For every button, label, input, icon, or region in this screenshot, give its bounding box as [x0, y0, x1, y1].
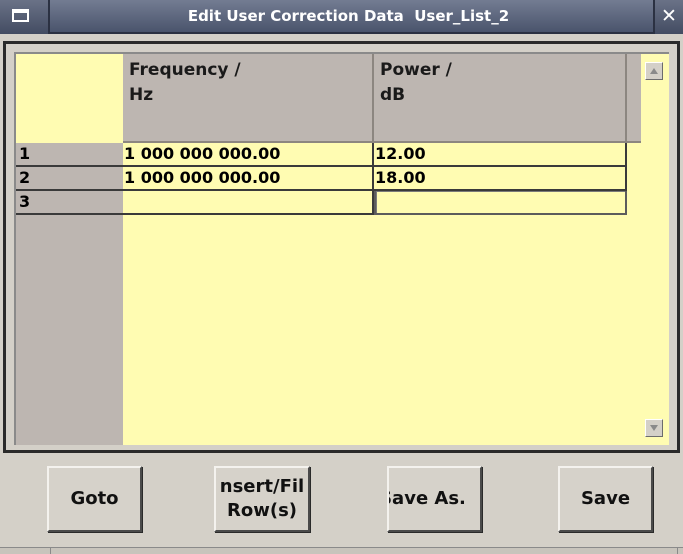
row-header-2[interactable]: 2 — [16, 167, 123, 191]
cell-frequency-3[interactable] — [123, 191, 374, 215]
column-header-unit: Hz — [129, 85, 154, 105]
column-header-filler — [627, 54, 641, 143]
close-icon[interactable]: ✕ — [653, 0, 683, 34]
vertical-scrollbar[interactable] — [641, 54, 669, 445]
goto-button[interactable]: Goto — [47, 466, 142, 532]
status-divider — [677, 548, 678, 554]
insert-fill-rows-button[interactable]: nsert/Fil Row(s) — [214, 466, 310, 532]
title-bar: Edit User Correction Data User_List_2 ✕ — [0, 0, 683, 34]
insert-fill-label-line1: nsert/Fil — [219, 476, 305, 497]
row-header-3[interactable]: 3 — [16, 191, 123, 215]
insert-fill-label-line2: Row(s) — [226, 500, 298, 521]
column-header-unit: dB — [380, 85, 406, 105]
column-header-label: Frequency / — [129, 60, 241, 80]
column-header-label: Power / — [380, 60, 452, 80]
cell-power-3-selected[interactable] — [374, 191, 627, 215]
scroll-up-button[interactable] — [645, 62, 663, 80]
save-button[interactable]: Save — [558, 466, 653, 532]
status-divider — [50, 548, 51, 554]
window-menu-icon — [12, 9, 29, 22]
column-header-power[interactable]: Power / dB — [374, 54, 627, 143]
arrow-down-icon — [650, 425, 658, 431]
arrow-up-icon — [650, 68, 658, 74]
cell-frequency-2[interactable]: 1 000 000 000.00 — [123, 167, 374, 191]
column-header-frequency[interactable]: Frequency / Hz — [123, 54, 374, 143]
correction-table-frame: Frequency / Hz Power / dB 1 1 000 000 00… — [3, 41, 680, 453]
row-header-1[interactable]: 1 — [16, 143, 123, 167]
scroll-down-button[interactable] — [645, 419, 663, 437]
window-title: Edit User Correction Data User_List_2 — [187, 7, 510, 25]
cell-power-1[interactable]: 12.00 — [374, 143, 627, 167]
button-bar: Goto nsert/Fil Row(s) Save As. Save — [0, 453, 683, 554]
cell-power-2[interactable]: 18.00 — [374, 167, 627, 191]
correction-table: Frequency / Hz Power / dB 1 1 000 000 00… — [14, 52, 669, 445]
table-corner — [16, 54, 123, 143]
window-menu-button[interactable] — [0, 0, 50, 34]
cell-frequency-1[interactable]: 1 000 000 000.00 — [123, 143, 374, 167]
save-as-button[interactable]: Save As. — [387, 466, 482, 532]
save-as-label: Save As. — [387, 488, 466, 509]
